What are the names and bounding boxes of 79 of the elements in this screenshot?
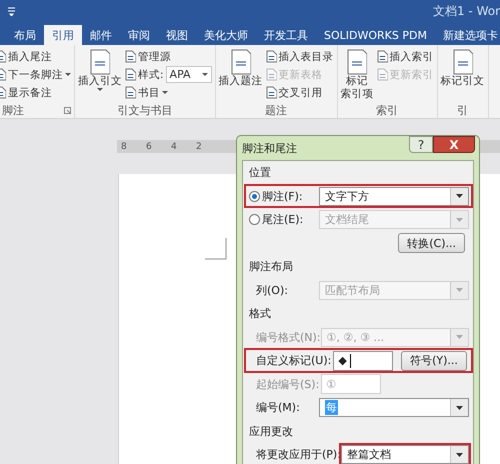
section-heading: 应用更改 bbox=[249, 424, 293, 439]
ribbon-button[interactable]: 书目 bbox=[124, 84, 213, 101]
document-icon bbox=[125, 68, 136, 81]
dropdown-arrow-icon bbox=[456, 406, 463, 410]
ribbon-tab[interactable]: 审阅 bbox=[120, 25, 158, 45]
window-title: 文档1 - Wor bbox=[432, 2, 500, 20]
help-button[interactable]: ? bbox=[409, 136, 433, 153]
group-label: 引文与书目 bbox=[117, 103, 172, 118]
section-heading: 格式 bbox=[249, 306, 271, 322]
ribbon-button[interactable]: 标记 索引项 bbox=[340, 47, 375, 103]
ribbon-tab[interactable]: 布局 bbox=[6, 25, 44, 45]
ribbon-button[interactable]: 插入题注 bbox=[218, 47, 264, 103]
mark-input[interactable]: ◆ bbox=[333, 350, 394, 371]
close-button[interactable]: X bbox=[433, 136, 475, 153]
document-icon bbox=[376, 68, 388, 81]
radio-button[interactable] bbox=[249, 190, 260, 202]
ruler-number: 6 bbox=[146, 142, 153, 152]
group-label: 索引 bbox=[376, 103, 398, 118]
ribbon-tab[interactable]: 新建选项卡 bbox=[434, 25, 500, 45]
ribbon-tab[interactable]: 视图 bbox=[158, 25, 196, 45]
radio-label: 脚注(F): bbox=[262, 188, 304, 204]
ribbon-tab[interactable]: 美化大师 bbox=[196, 25, 256, 45]
radio-label: 尾注(E): bbox=[262, 212, 304, 228]
dropdown-field[interactable]: 整篇文档 bbox=[340, 445, 469, 464]
ribbon-tab[interactable]: 引用 bbox=[44, 25, 82, 45]
document-icon bbox=[90, 49, 110, 75]
group-label: 引 bbox=[457, 103, 468, 118]
group-label: 题注 bbox=[265, 103, 288, 118]
dropdown-field[interactable]: 文字下方 bbox=[319, 186, 469, 206]
ribbon-button[interactable]: 交叉引用 bbox=[264, 84, 335, 101]
ribbon-button[interactable]: 插入索引 bbox=[376, 48, 435, 65]
dialog-title: 脚注和尾注 bbox=[242, 140, 297, 156]
document-icon bbox=[230, 49, 251, 75]
ruler-number: 8 bbox=[121, 142, 128, 152]
dropdown-arrow-icon bbox=[456, 194, 463, 198]
ribbon-tab[interactable]: 开发工具 bbox=[256, 25, 316, 45]
caret-icon bbox=[202, 73, 208, 76]
ribbon-button[interactable]: 下一条脚注 bbox=[0, 66, 72, 83]
section-heading: 脚注布局 bbox=[249, 259, 293, 274]
field-label: 编号格式(N): bbox=[255, 330, 321, 345]
dropdown-arrow-icon bbox=[456, 288, 463, 292]
document-icon bbox=[266, 68, 277, 81]
document-icon bbox=[376, 50, 388, 63]
ribbon-button[interactable]: 标记引文 bbox=[440, 47, 486, 103]
dropdown-arrow-icon bbox=[456, 218, 463, 222]
field-label: 起始编号(S): bbox=[255, 376, 320, 392]
symbol-button[interactable]: 符号(Y)... bbox=[401, 350, 467, 371]
document-icon bbox=[266, 86, 277, 99]
group-label: 脚注 bbox=[2, 103, 24, 118]
ribbon-button[interactable]: 插入表目录 bbox=[264, 48, 335, 65]
caret-icon bbox=[65, 73, 71, 76]
ribbon-button[interactable]: 插入引文 bbox=[77, 47, 123, 103]
document-icon bbox=[452, 49, 473, 75]
caret-icon bbox=[97, 88, 103, 91]
ribbon-tab[interactable]: 邮件 bbox=[82, 25, 120, 45]
ruler-number: 4 bbox=[171, 142, 178, 152]
field-label: 编号(M): bbox=[255, 400, 301, 416]
convert-button[interactable]: 转换(C)... bbox=[398, 233, 465, 254]
ribbon-button[interactable]: 管理源 bbox=[124, 48, 213, 65]
section-heading: 位置 bbox=[249, 165, 271, 180]
style-combobox[interactable]: APA bbox=[166, 66, 212, 83]
field-label: 列(O): bbox=[255, 282, 289, 298]
document-icon bbox=[266, 50, 277, 63]
document-icon bbox=[125, 50, 136, 63]
document-icon bbox=[347, 49, 368, 75]
caret-icon bbox=[162, 91, 168, 94]
ruler-number: 2 bbox=[196, 142, 203, 152]
dropdown-arrow-icon bbox=[456, 335, 463, 340]
ribbon-button[interactable]: 显示备注 bbox=[0, 84, 72, 101]
style-label: 样式: bbox=[138, 68, 164, 82]
field-label: 将更改应用于(P): bbox=[255, 447, 341, 462]
customize-icon bbox=[8, 6, 15, 16]
document-icon bbox=[125, 86, 136, 99]
ribbon-tab[interactable]: SOLIDWORKS PDM bbox=[316, 25, 435, 45]
dialog-launcher-icon[interactable] bbox=[64, 107, 72, 115]
dropdown-arrow-icon bbox=[456, 452, 463, 457]
ribbon-button[interactable]: 插入尾注 bbox=[0, 48, 72, 65]
field-label: 自定义标记(U): bbox=[255, 353, 332, 368]
margin-mark bbox=[205, 238, 227, 260]
